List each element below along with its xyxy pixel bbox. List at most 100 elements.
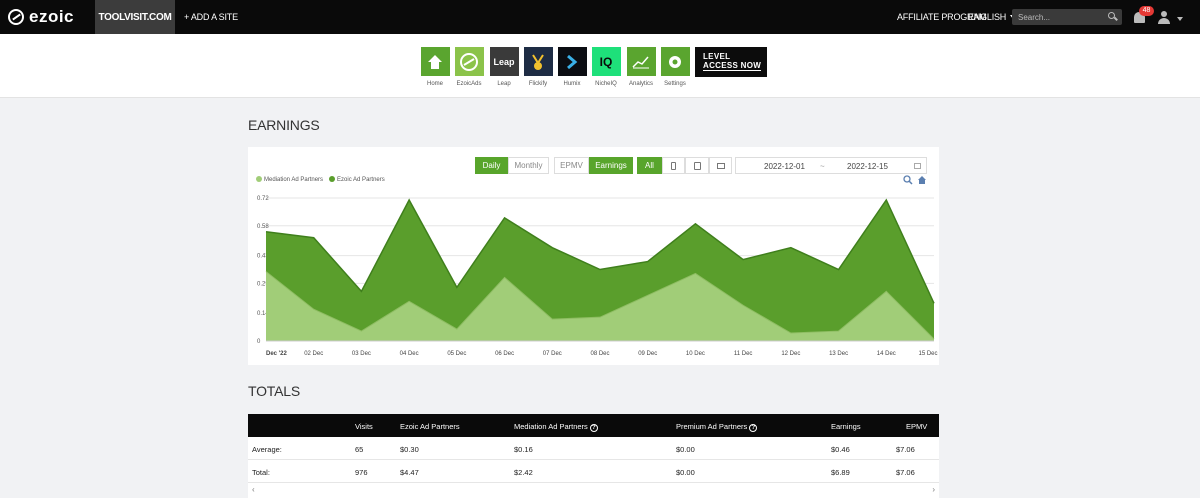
- ezoic-logo[interactable]: ezoic: [8, 7, 74, 26]
- reset-zoom-home-icon[interactable]: [917, 175, 927, 185]
- header-epmv: EPMV: [906, 422, 928, 431]
- header-visits: Visits: [355, 422, 373, 431]
- row-label: Average:: [252, 445, 282, 454]
- app-leap[interactable]: Leap Leap: [489, 47, 519, 87]
- y-tick-label: 0.58: [257, 224, 269, 230]
- ezoic-cell: $4.47: [400, 468, 419, 477]
- top-navbar: ezoic TOOLVISIT.COM + ADD A SITE AFFILIA…: [0, 0, 1200, 34]
- table-row: Total: 976 $4.47 $2.42 $0.00 $6.89 $7.06: [248, 460, 939, 483]
- mediation-cell: $2.42: [514, 468, 533, 477]
- tablet-device-button[interactable]: [685, 157, 709, 174]
- header-earnings: Earnings: [831, 422, 861, 431]
- leap-icon: Leap: [489, 47, 519, 76]
- app-label: Flickify: [528, 81, 548, 87]
- header-ezoic-ad-partners: Ezoic Ad Partners: [400, 422, 460, 431]
- site-selector[interactable]: TOOLVISIT.COM: [95, 0, 175, 34]
- app-ezoicads[interactable]: EzoicAds: [454, 47, 484, 87]
- app-label: Humix: [563, 81, 581, 87]
- zoom-icon[interactable]: [903, 175, 913, 185]
- premium-cell: $0.00: [676, 468, 695, 477]
- ezoicads-icon: [454, 47, 484, 76]
- app-label: NicheIQ: [595, 81, 617, 87]
- mobile-device-button[interactable]: [662, 157, 685, 174]
- date-to: 2022-12-15: [847, 162, 888, 171]
- app-label: Settings: [664, 81, 686, 87]
- chevron-down-icon[interactable]: [1177, 17, 1183, 21]
- promo-line1: LEVEL: [703, 52, 731, 61]
- app-label: Analytics: [628, 81, 653, 87]
- app-bar: Home EzoicAds Leap Leap Flickify Humix IQ Niche…: [0, 34, 1200, 98]
- app-flickify[interactable]: Flickify: [523, 47, 553, 87]
- x-tick-label: 07 Dec: [543, 351, 562, 357]
- earnings-title: EARNINGS: [248, 117, 320, 133]
- scroll-right-icon[interactable]: ›: [932, 485, 935, 494]
- visits-cell: 976: [355, 468, 368, 477]
- x-tick-label: 13 Dec: [829, 351, 848, 357]
- row-label: Total:: [252, 468, 270, 477]
- x-tick-label: 09 Dec: [638, 351, 657, 357]
- app-label: EzoicAds: [456, 81, 482, 87]
- legend-marker: [329, 176, 336, 182]
- app-home[interactable]: Home: [420, 47, 450, 87]
- daily-button[interactable]: Daily: [475, 157, 508, 174]
- y-tick-label: 0.72: [257, 196, 269, 202]
- x-tick-label: 11 Dec: [734, 351, 753, 357]
- mediation-cell: $0.16: [514, 445, 533, 454]
- search-icon[interactable]: [1108, 12, 1115, 19]
- legend-item[interactable]: Mediation Ad Partners: [256, 176, 323, 183]
- language-dropdown[interactable]: ENGLISH: [968, 0, 1017, 34]
- totals-table: Visits Ezoic Ad Partners Mediation Ad Pa…: [248, 414, 939, 498]
- ezoic-cell: $0.30: [400, 445, 419, 454]
- earnings-area-chart: 00.140.290.430.580.72Dec '22 02 Dec 03 Dec…: [257, 196, 938, 357]
- app-nicheiq[interactable]: IQ NicheIQ: [591, 47, 621, 87]
- premium-cell: $0.00: [676, 445, 695, 454]
- tablet-icon: [693, 161, 701, 170]
- epmv-cell: $7.06: [896, 468, 915, 477]
- x-tick-label: 05 Dec: [447, 351, 466, 357]
- table-header-row: Visits Ezoic Ad Partners Mediation Ad Pa…: [248, 414, 939, 437]
- chart-legend: Mediation Ad Partners Ezoic Ad Partners: [256, 176, 385, 183]
- humix-icon: [557, 47, 587, 76]
- desktop-device-button[interactable]: [709, 157, 732, 174]
- date-separator: ~: [820, 162, 825, 171]
- app-settings[interactable]: Settings: [660, 47, 690, 87]
- horizontal-scrollbar[interactable]: ‹ ›: [248, 485, 939, 495]
- earnings-chart-card: Daily Monthly EPMV Earnings All 2022-12-…: [248, 147, 939, 365]
- table-row: Average: 65 $0.30 $0.16 $0.00 $0.46 $7.0…: [248, 437, 939, 460]
- app-analytics[interactable]: Analytics: [626, 47, 656, 87]
- x-tick-label: 08 Dec: [590, 351, 609, 357]
- ezoic-logo-icon: [8, 9, 24, 25]
- monthly-button[interactable]: Monthly: [508, 157, 549, 174]
- flickify-icon: [523, 47, 553, 76]
- desktop-icon: [716, 162, 725, 169]
- earnings-button[interactable]: Earnings: [589, 157, 633, 174]
- x-tick-label: 03 Dec: [352, 351, 371, 357]
- user-avatar-icon[interactable]: [1158, 11, 1170, 24]
- header-premium-ad-partners: Premium Ad Partners?: [676, 422, 758, 432]
- legend-item[interactable]: Ezoic Ad Partners: [329, 176, 385, 183]
- level-access-banner[interactable]: LEVEL ACCESS NOW: [695, 47, 767, 77]
- legend-marker: [256, 176, 262, 182]
- earnings-cell: $6.89: [831, 468, 850, 477]
- x-tick-label: 15 Dec: [918, 351, 937, 357]
- analytics-icon: [626, 47, 656, 76]
- notification-badge: 48: [1139, 6, 1154, 16]
- date-range-picker[interactable]: 2022-12-01 ~ 2022-12-15: [735, 157, 927, 174]
- add-site-link[interactable]: + ADD A SITE: [184, 0, 238, 34]
- all-devices-button[interactable]: All: [637, 157, 662, 174]
- x-tick-label: 02 Dec: [304, 351, 323, 357]
- help-icon[interactable]: ?: [589, 424, 598, 432]
- nicheiq-icon: IQ: [591, 47, 621, 76]
- promo-line2: ACCESS NOW: [703, 61, 762, 71]
- home-icon: [420, 47, 450, 76]
- date-from: 2022-12-01: [764, 162, 805, 171]
- epmv-button[interactable]: EPMV: [554, 157, 589, 174]
- totals-title: TOTALS: [248, 383, 300, 399]
- help-icon[interactable]: ?: [749, 424, 758, 432]
- search-input[interactable]: [1012, 9, 1122, 25]
- app-humix[interactable]: Humix: [557, 47, 587, 87]
- scroll-left-icon[interactable]: ‹: [252, 485, 255, 494]
- x-tick-label: 12 Dec: [781, 351, 800, 357]
- language-label: ENGLISH: [968, 12, 1007, 22]
- x-tick-label: 14 Dec: [877, 351, 896, 357]
